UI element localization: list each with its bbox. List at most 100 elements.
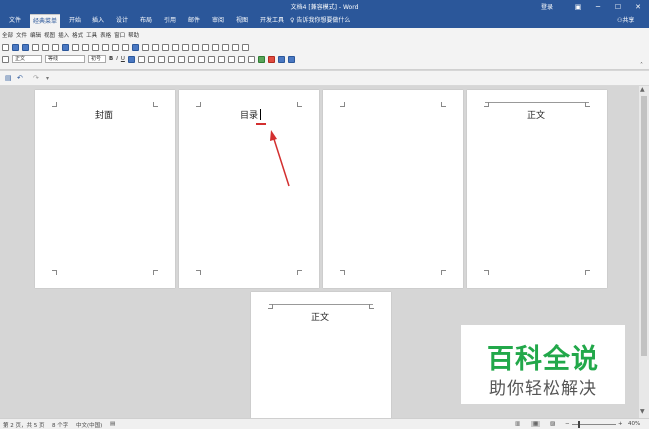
zoom-out-icon[interactable]: − (565, 421, 570, 427)
research-icon[interactable] (62, 43, 69, 51)
zoom-in-icon[interactable]: + (618, 421, 623, 427)
zoom-level[interactable]: 40% (628, 421, 640, 427)
scroll-thumb[interactable] (641, 96, 647, 356)
justify-icon[interactable] (187, 55, 195, 63)
spelling-icon[interactable] (52, 43, 59, 51)
menu-all[interactable]: 全部 (2, 31, 13, 39)
undo-icon[interactable]: ↶ (17, 74, 23, 82)
page-4[interactable]: 正文 (467, 90, 607, 288)
chart-icon[interactable] (232, 43, 239, 51)
drawing-icon[interactable] (162, 43, 169, 51)
new-document-icon[interactable] (2, 43, 9, 51)
decrease-indent-icon[interactable] (227, 55, 235, 63)
zoom-slider-thumb[interactable] (578, 421, 580, 428)
numbering-icon[interactable] (207, 55, 215, 63)
scroll-down-icon[interactable]: ▼ (640, 408, 645, 415)
share-button[interactable]: ⚇共享 (617, 14, 634, 28)
login-link[interactable]: 登录 (541, 2, 553, 11)
macro-record-icon[interactable]: ▤ (110, 421, 115, 427)
align-right-icon[interactable] (177, 55, 185, 63)
save-icon[interactable]: ▤ (5, 74, 12, 82)
tab-developer[interactable]: 开发工具 (257, 14, 287, 28)
collapse-ribbon-icon[interactable]: ˄ (640, 62, 643, 69)
format-painter-icon[interactable] (102, 43, 109, 51)
italic-icon[interactable]: I (116, 56, 118, 62)
picture-icon[interactable] (222, 43, 229, 51)
ribbon-display-icon[interactable]: ▣ (570, 1, 586, 13)
bullets-icon[interactable] (217, 55, 225, 63)
tab-file[interactable]: 文件 (6, 14, 24, 28)
tab-classic-menu[interactable]: 经典菜单 (30, 14, 61, 28)
page-2[interactable]: 目录 (179, 90, 319, 288)
page-3[interactable] (323, 90, 463, 288)
menu-format[interactable]: 格式 (72, 31, 83, 39)
textbox-icon[interactable] (242, 43, 249, 51)
page-count[interactable]: 第 2 页，共 5 页 (3, 421, 45, 429)
print-icon[interactable] (32, 43, 39, 51)
tab-view[interactable]: 视图 (233, 14, 251, 28)
character-border-icon[interactable] (137, 55, 145, 63)
menu-insert[interactable]: 插入 (58, 31, 69, 39)
tab-layout[interactable]: 布局 (137, 14, 155, 28)
vertical-scrollbar[interactable]: ▲ ▼ (639, 86, 649, 418)
document-map-icon[interactable] (172, 43, 179, 51)
style-dropdown[interactable]: 正文 (12, 55, 42, 63)
tab-review[interactable]: 审阅 (209, 14, 227, 28)
font-size-dropdown[interactable]: 初号 (88, 55, 106, 63)
menu-file[interactable]: 文件 (16, 31, 27, 39)
menu-tools[interactable]: 工具 (86, 31, 97, 39)
web-layout-view-icon[interactable]: ▨ (550, 421, 555, 427)
redo-icon[interactable]: ↷ (33, 74, 39, 82)
paste-icon[interactable] (92, 43, 99, 51)
restore-button[interactable]: ☐ (610, 1, 626, 13)
cut-icon[interactable] (72, 43, 79, 51)
shapes-icon[interactable] (212, 43, 219, 51)
zoom-icon[interactable] (192, 43, 199, 51)
menu-help[interactable]: 帮助 (128, 31, 139, 39)
align-left-icon[interactable] (157, 55, 165, 63)
tab-home[interactable]: 开始 (66, 14, 84, 28)
styles-pane-icon[interactable] (277, 55, 285, 63)
increase-indent-icon[interactable] (237, 55, 245, 63)
minimize-button[interactable]: ─ (590, 1, 606, 13)
menu-table[interactable]: 表格 (100, 31, 111, 39)
hyperlink-icon[interactable] (132, 43, 139, 51)
print-preview-icon[interactable] (42, 43, 49, 51)
tab-references[interactable]: 引用 (161, 14, 179, 28)
show-hide-icon[interactable] (182, 43, 189, 51)
menu-edit[interactable]: 编辑 (30, 31, 41, 39)
font-color-icon[interactable] (267, 55, 275, 63)
scroll-up-icon[interactable]: ▲ (640, 86, 645, 93)
character-shading-icon[interactable] (147, 55, 155, 63)
line-spacing-icon[interactable] (197, 55, 205, 63)
copy-icon[interactable] (82, 43, 89, 51)
page-1[interactable]: 封面 (35, 90, 175, 288)
redo-icon[interactable] (122, 43, 129, 51)
tab-design[interactable]: 设计 (113, 14, 131, 28)
menu-view[interactable]: 视图 (44, 31, 55, 39)
table-icon[interactable] (142, 43, 149, 51)
tab-mailings[interactable]: 邮件 (185, 14, 203, 28)
save-icon[interactable] (22, 43, 29, 51)
tell-me-search[interactable]: ♀ 告诉我你想要做什么 (290, 14, 350, 28)
columns-icon[interactable] (152, 43, 159, 51)
menu-window[interactable]: 窗口 (114, 31, 125, 39)
read-mode-view-icon[interactable]: ▥ (515, 421, 520, 427)
highlight-icon[interactable] (127, 55, 135, 63)
underline-icon[interactable]: U (121, 56, 125, 62)
open-folder-icon[interactable] (12, 43, 19, 51)
read-mode-icon[interactable] (202, 43, 209, 51)
help-icon[interactable] (287, 55, 295, 63)
customize-qat-icon[interactable]: ▾ (46, 75, 49, 82)
font-dropdown[interactable]: 等线 (45, 55, 85, 63)
tab-insert[interactable]: 插入 (89, 14, 107, 28)
text-highlight-color-icon[interactable] (257, 55, 265, 63)
language-status[interactable]: 中文(中国) (76, 421, 102, 429)
page-5[interactable]: 正文 (251, 292, 391, 418)
close-button[interactable]: ✕ (630, 1, 646, 13)
word-count[interactable]: 8 个字 (52, 421, 68, 429)
print-layout-view-icon[interactable]: ▦ (531, 421, 541, 427)
align-center-icon[interactable] (167, 55, 175, 63)
undo-icon[interactable] (112, 43, 119, 51)
borders-icon[interactable] (247, 55, 255, 63)
